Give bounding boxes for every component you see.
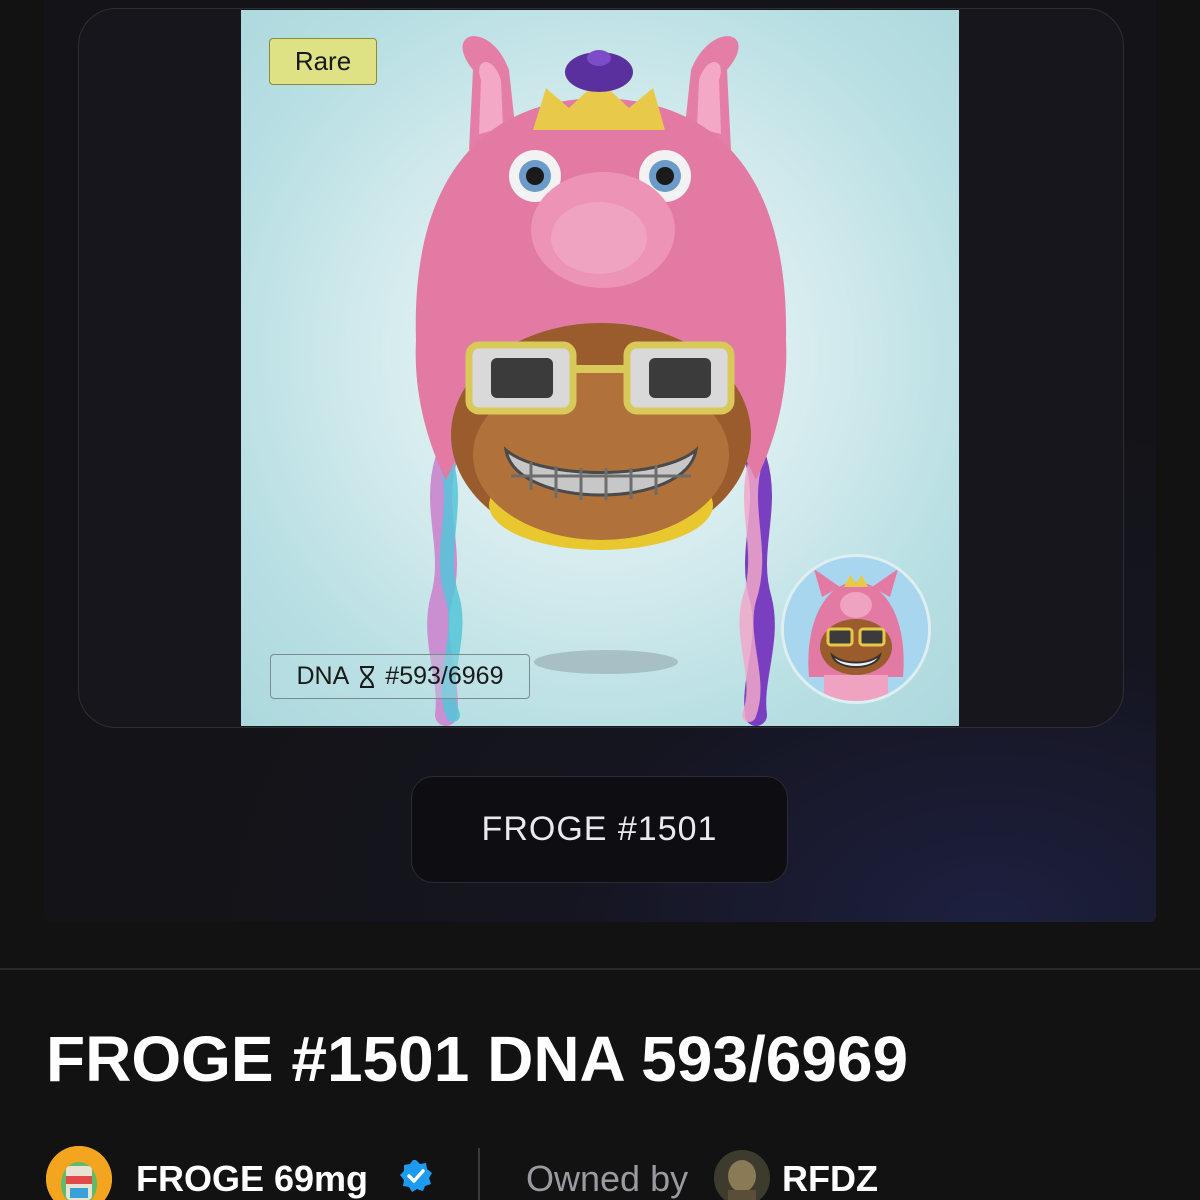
rarity-badge: Rare [269, 38, 377, 85]
owner-name-link[interactable]: RFDZ [782, 1158, 878, 1200]
meta-row: FROGE 69mg Owned by RFDZ [46, 1146, 1200, 1200]
page-title: FROGE #1501 DNA 593/6969 [46, 1023, 909, 1095]
dna-label: DNA [296, 662, 350, 690]
owner-avatar[interactable] [714, 1150, 770, 1200]
meta-separator [478, 1148, 480, 1200]
dna-badge: DNA #593/6969 [270, 654, 530, 699]
owner-avatar-sticker [781, 554, 931, 704]
token-name-button[interactable]: FROGE #1501 [411, 776, 788, 883]
verified-check-icon [400, 1160, 432, 1192]
dna-helix-icon [360, 665, 375, 688]
dna-number: #593/6969 [385, 662, 504, 690]
mini-character-illustration [784, 557, 928, 701]
nft-artwork[interactable]: Rare DNA #593/6969 [241, 10, 959, 726]
section-divider [0, 968, 1200, 970]
collection-avatar[interactable] [46, 1146, 112, 1200]
owner-avatar-icon [714, 1150, 770, 1200]
collection-logo-icon [46, 1146, 112, 1200]
owned-by-label: Owned by [526, 1158, 689, 1199]
collection-name-link[interactable]: FROGE 69mg [136, 1158, 368, 1200]
